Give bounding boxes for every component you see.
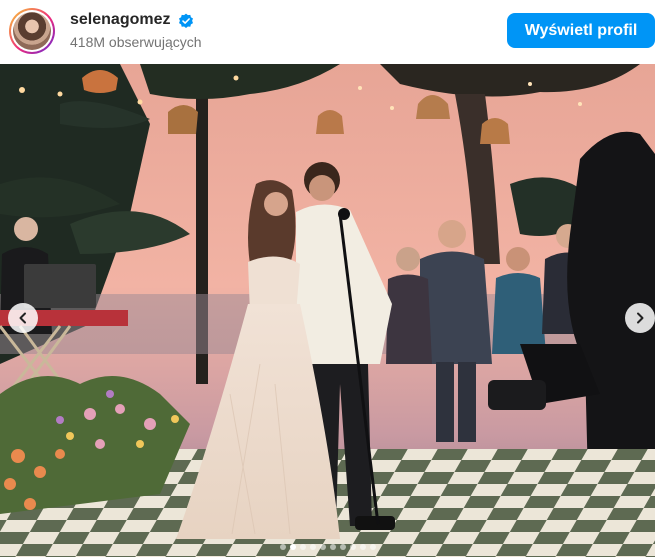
chevron-left-icon: [19, 312, 26, 324]
carousel-dot: [299, 544, 306, 550]
carousel-dot: [329, 544, 336, 550]
avatar[interactable]: [9, 8, 55, 54]
carousel-dot: [319, 544, 326, 550]
carousel-dot: [339, 544, 346, 550]
carousel-next-button[interactable]: [625, 303, 655, 333]
post-header: selenagomez 418M obserwujących Wyświetl …: [0, 0, 655, 64]
carousel-dot: [309, 544, 316, 550]
post-photo: [0, 64, 655, 557]
carousel-dot: [289, 544, 296, 550]
verified-badge-icon: [179, 13, 193, 28]
carousel-prev-button[interactable]: [8, 303, 38, 333]
carousel-dot: [369, 544, 376, 550]
carousel-dot: [279, 544, 286, 550]
carousel-dot: [359, 544, 366, 550]
avatar-photo: [13, 12, 51, 50]
view-profile-button[interactable]: Wyświetl profil: [507, 13, 655, 48]
chevron-right-icon: [637, 312, 644, 324]
carousel-indicator: [0, 544, 655, 554]
username[interactable]: selenagomez: [70, 11, 170, 29]
followers-count: 418M obserwujących: [70, 34, 202, 50]
carousel-dot: [349, 544, 356, 550]
post-image[interactable]: [0, 64, 655, 557]
